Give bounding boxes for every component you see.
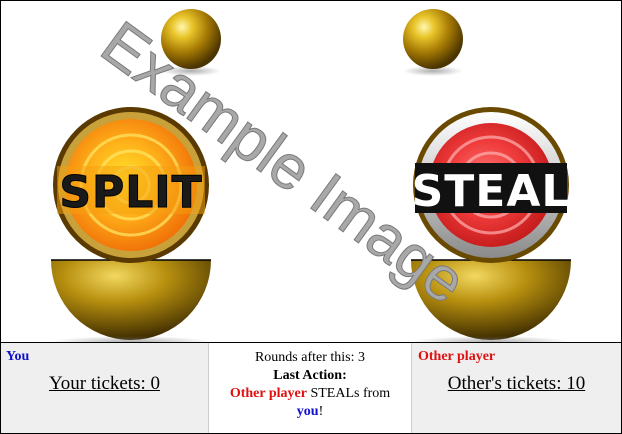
status-footer: You Your tickets: 0 Rounds after this: 3… (1, 342, 621, 433)
game-frame: SPLIT STEAL Example Image You Your ticke… (0, 0, 622, 434)
steal-badge-label: STEAL (412, 166, 571, 217)
action-actor: Other player (229, 386, 307, 401)
other-player-label: Other player (418, 349, 496, 364)
other-tickets: Other's tickets: 10 (447, 373, 586, 394)
left-gold-bowl (51, 259, 211, 342)
your-tickets: Your tickets: 0 (48, 373, 161, 394)
stage-graphic: SPLIT STEAL Example Image (51, 8, 571, 342)
split-badge-label: SPLIT (59, 167, 202, 218)
rounds-remaining: Rounds after this: 3 (254, 350, 366, 365)
action-verb: STEALs from (306, 386, 391, 401)
last-action-label: Last Action: (273, 368, 347, 383)
round-info-panel: Rounds after this: 3 Last Action: Other … (209, 343, 411, 433)
action-target: you (296, 404, 319, 419)
right-top-gold-ball (403, 9, 463, 76)
last-action-text: Other player STEALs from (209, 385, 411, 403)
other-player-panel: Other player Other's tickets: 10 (411, 343, 621, 433)
game-stage: SPLIT STEAL Example Image (1, 1, 621, 342)
you-panel: You Your tickets: 0 (1, 343, 209, 433)
action-end: ! (318, 404, 324, 419)
you-label: You (6, 349, 30, 364)
last-action-target-line: you! (209, 403, 411, 421)
